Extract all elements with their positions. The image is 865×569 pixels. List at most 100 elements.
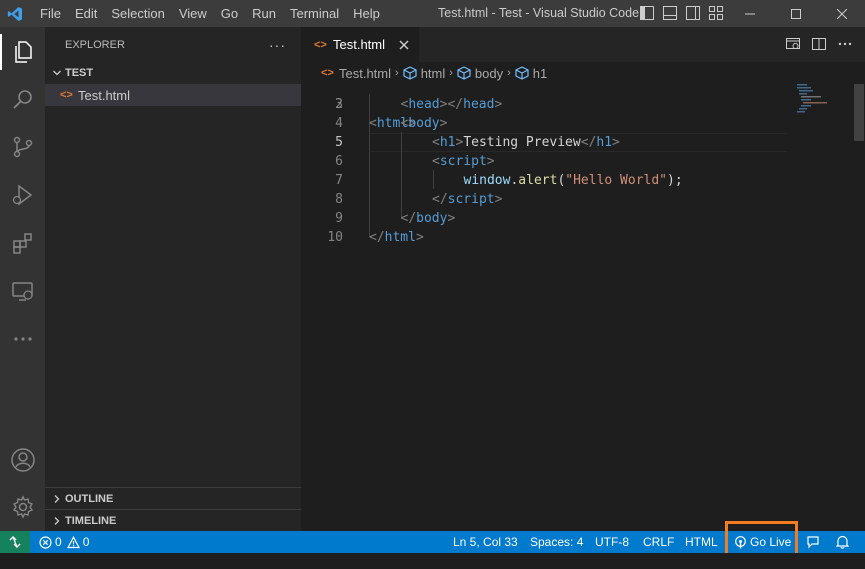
line-number: 10 xyxy=(327,230,343,245)
toggle-panel-icon[interactable] xyxy=(661,4,679,22)
toggle-sidebar-icon[interactable] xyxy=(638,4,656,22)
code-token: </ xyxy=(432,192,448,207)
window-title: Test.html - Test - Visual Studio Code xyxy=(438,6,640,20)
account-icon[interactable] xyxy=(0,438,45,482)
code-token: ></ xyxy=(439,97,464,112)
explorer-more-actions-icon[interactable]: ··· xyxy=(269,37,286,53)
warning-icon xyxy=(66,535,80,549)
line-ending[interactable]: CRLF xyxy=(643,531,674,553)
open-preview-icon[interactable] xyxy=(785,36,801,52)
breadcrumb: <> Test.html › html › body › h1 xyxy=(301,62,865,84)
chevron-right-icon: › xyxy=(395,67,399,79)
menu-terminal[interactable]: Terminal xyxy=(283,0,346,27)
breadcrumb-h1-label: h1 xyxy=(532,65,548,81)
problems-indicator[interactable]: 0 0 xyxy=(39,531,89,553)
code-token: body xyxy=(416,211,448,226)
code-token: > xyxy=(447,211,456,226)
vertical-scrollbar[interactable] xyxy=(851,84,865,531)
menu-go[interactable]: Go xyxy=(214,0,245,27)
code-editor[interactable]: 2 <html> 3 <head></head> 4 <body> 5 <h1>Testi… xyxy=(301,84,791,531)
minimap[interactable] xyxy=(795,84,851,144)
code-token: head xyxy=(408,97,440,112)
source-control-icon[interactable] xyxy=(0,125,45,169)
close-window-icon[interactable] xyxy=(819,0,865,27)
indentation-setting[interactable]: Spaces: 4 xyxy=(530,531,583,553)
code-token: window xyxy=(463,173,511,188)
chevron-right-icon: › xyxy=(507,67,511,79)
code-token: script xyxy=(439,154,487,169)
minimize-icon[interactable] xyxy=(727,0,773,27)
breadcrumb-body[interactable]: body xyxy=(457,66,503,81)
customize-layout-icon[interactable] xyxy=(707,4,725,22)
code-line: 8 </script> xyxy=(301,190,791,209)
code-token: </ xyxy=(580,135,597,150)
html-file-icon: <> xyxy=(60,89,73,101)
split-editor-icon[interactable] xyxy=(811,36,827,52)
menu-file[interactable]: File xyxy=(30,0,68,27)
toggle-secondary-sidebar-icon[interactable] xyxy=(684,4,702,22)
code-token: alert xyxy=(518,173,558,188)
menu-selection[interactable]: Selection xyxy=(104,0,171,27)
code-token: script xyxy=(447,192,495,207)
code-line: 10 </html> xyxy=(301,228,791,247)
code-token: > xyxy=(494,97,503,112)
error-icon xyxy=(39,535,52,549)
run-debug-icon[interactable] xyxy=(0,173,45,217)
editor-tabs: <> Test.html xyxy=(301,27,865,62)
more-actions-icon[interactable] xyxy=(837,36,853,52)
editor-actions xyxy=(785,36,853,52)
maximize-icon[interactable] xyxy=(773,0,819,27)
code-token: ); xyxy=(667,173,683,188)
code-token: "Hello World" xyxy=(565,173,668,188)
remote-explorer-icon[interactable] xyxy=(0,269,45,313)
title-bar: File Edit Selection View Go Run Terminal… xyxy=(0,0,865,27)
code-token: < xyxy=(432,135,440,150)
remote-indicator-icon[interactable] xyxy=(0,531,30,553)
menu-help[interactable]: Help xyxy=(346,0,387,27)
more-icon[interactable] xyxy=(0,317,45,361)
code-token: Testing Preview xyxy=(463,135,581,150)
timeline-section[interactable]: TIMELINE xyxy=(45,509,301,531)
symbol-field-icon xyxy=(457,66,471,80)
breadcrumb-h1[interactable]: h1 xyxy=(515,66,547,81)
breadcrumb-file[interactable]: <> Test.html xyxy=(321,66,391,81)
file-item-test-html[interactable]: <> Test.html xyxy=(45,84,301,106)
file-encoding[interactable]: UTF-8 xyxy=(595,531,629,553)
menu-view[interactable]: View xyxy=(172,0,214,27)
breadcrumb-html-label: html xyxy=(420,65,446,81)
line-number: 8 xyxy=(335,192,343,207)
menu-edit[interactable]: Edit xyxy=(68,0,104,27)
code-token: h1 xyxy=(596,135,613,150)
extensions-icon[interactable] xyxy=(0,221,45,265)
code-line: 2 <html> xyxy=(301,84,791,131)
activity-bar xyxy=(0,27,45,531)
manage-gear-icon[interactable] xyxy=(0,485,45,529)
line-number: 7 xyxy=(335,173,343,188)
folder-test[interactable]: TEST xyxy=(45,62,301,84)
code-token: </ xyxy=(400,211,417,226)
line-number: 3 xyxy=(335,97,343,112)
symbol-field-icon xyxy=(403,66,417,80)
notifications-bell-icon[interactable] xyxy=(836,531,849,553)
language-mode[interactable]: HTML xyxy=(685,531,718,553)
line-number: 4 xyxy=(335,116,343,131)
chevron-right-icon xyxy=(49,494,65,504)
outline-section[interactable]: OUTLINE xyxy=(45,487,301,509)
menu-run[interactable]: Run xyxy=(245,0,283,27)
line-text: <h1>Testing Preview</h1> xyxy=(432,133,620,152)
code-line: 5 <h1>Testing Preview</h1> xyxy=(301,133,791,152)
chevron-right-icon: › xyxy=(449,67,453,79)
code-token: </ xyxy=(369,230,385,245)
cursor-position[interactable]: Ln 5, Col 33 xyxy=(453,531,518,553)
vscode-logo-icon xyxy=(0,0,30,27)
code-line: 9 </body> xyxy=(301,209,791,228)
scrollbar-thumb[interactable] xyxy=(854,84,864,141)
feedback-icon[interactable] xyxy=(806,531,820,553)
breadcrumb-html[interactable]: html xyxy=(403,65,446,81)
close-tab-icon[interactable] xyxy=(399,37,409,53)
search-icon[interactable] xyxy=(0,77,45,121)
code-token: h1 xyxy=(439,135,456,150)
tab-test-html[interactable]: <> Test.html xyxy=(301,27,419,62)
explorer-files-icon[interactable] xyxy=(0,30,45,74)
error-count: 0 xyxy=(55,535,62,549)
